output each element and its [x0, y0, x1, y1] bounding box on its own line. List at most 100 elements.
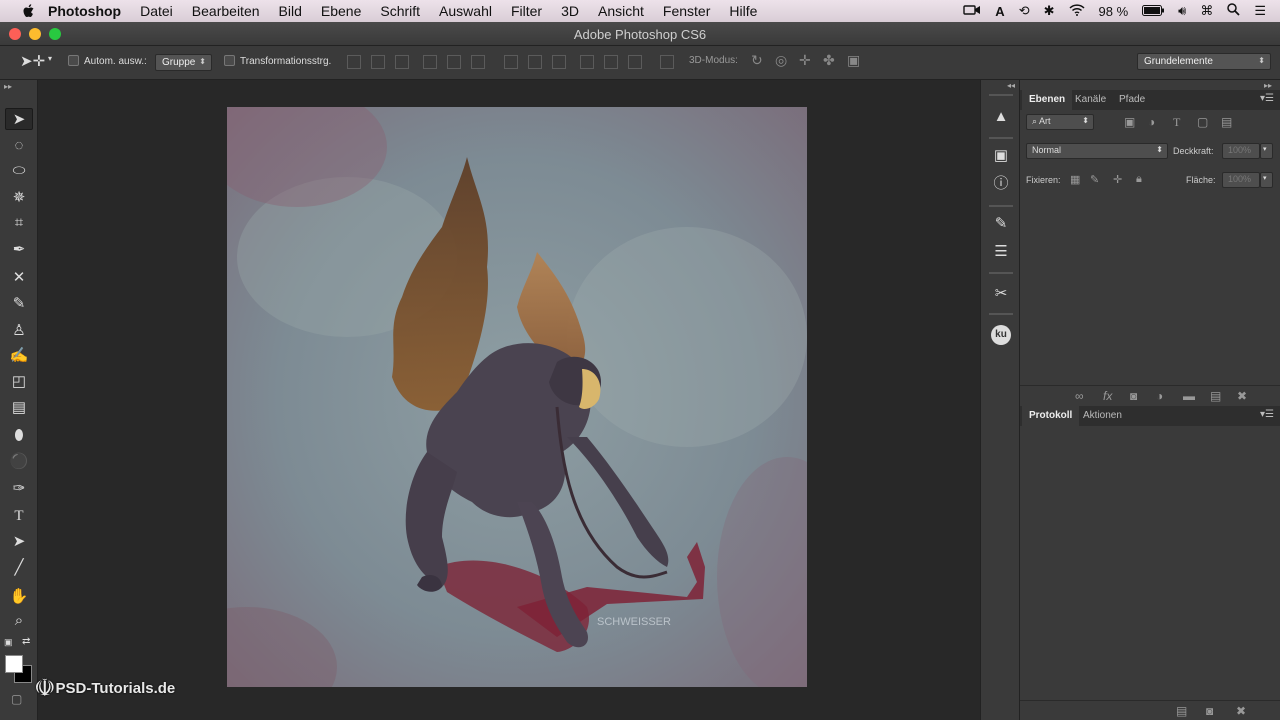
fill-slider-toggle-icon[interactable]: ▾	[1260, 172, 1273, 188]
navigator-icon[interactable]: ▣	[987, 143, 1015, 169]
elliptical-marquee-tool-icon[interactable]: ◌	[5, 135, 33, 157]
brush-presets-icon[interactable]: ✎	[987, 211, 1015, 237]
filter-pixel-layers-icon[interactable]: ▣	[1124, 115, 1135, 129]
new-layer-icon[interactable]: ▤	[1210, 389, 1221, 403]
brush-tool-icon[interactable]: ✎	[5, 293, 33, 315]
layer-style-fx-icon[interactable]: fx	[1103, 389, 1112, 403]
lasso-tool-icon[interactable]: ⬭	[5, 160, 33, 182]
move-tool-icon[interactable]: ➤	[5, 108, 33, 130]
swap-colors-icon[interactable]: ⇄	[22, 636, 30, 647]
eraser-tool-icon[interactable]: ◰	[5, 371, 33, 393]
filter-type-layers-icon[interactable]: T	[1173, 115, 1180, 130]
distribute-right-icon[interactable]	[628, 55, 642, 69]
menu-ansicht[interactable]: Ansicht	[598, 3, 644, 19]
path-selection-tool-icon[interactable]: ➤	[5, 531, 33, 553]
bluetooth-icon[interactable]: ✱	[1044, 3, 1055, 19]
3d-rotate-icon[interactable]: ↻	[751, 52, 763, 69]
distribute-bottom-icon[interactable]	[552, 55, 566, 69]
keyboard-layout-icon[interactable]: ⌘	[1200, 3, 1213, 19]
wifi-icon[interactable]	[1068, 3, 1085, 19]
delete-state-icon[interactable]: ✖	[1236, 704, 1246, 718]
fill-input[interactable]: 100%	[1222, 172, 1260, 188]
distribute-vertical-center-icon[interactable]	[528, 55, 542, 69]
time-machine-icon[interactable]: ⟲	[1019, 3, 1030, 19]
delete-layer-icon[interactable]: ✖	[1237, 389, 1247, 403]
dodge-tool-icon[interactable]: ⚫	[5, 451, 33, 473]
magic-wand-tool-icon[interactable]: ✵	[5, 187, 33, 209]
collapse-panels-icon[interactable]: ▸▸	[1264, 81, 1272, 90]
add-mask-icon[interactable]: ◙	[1130, 389, 1137, 403]
new-document-from-state-icon[interactable]: ▤	[1176, 704, 1187, 718]
history-brush-tool-icon[interactable]: ✍	[5, 345, 33, 367]
link-layers-icon[interactable]: ∞	[1075, 389, 1084, 403]
menu-auswahl[interactable]: Auswahl	[439, 3, 492, 19]
align-vertical-center-icon[interactable]	[371, 55, 385, 69]
lock-transparency-icon[interactable]: ▦	[1070, 173, 1080, 186]
document-canvas-area[interactable]: SCHWEISSER	[38, 80, 980, 720]
align-right-icon[interactable]	[471, 55, 485, 69]
healing-brush-tool-icon[interactable]: ✕	[5, 267, 33, 289]
move-tool-preset-icon[interactable]: ➤✛	[20, 52, 45, 70]
lock-all-icon[interactable]: 🔒︎	[1136, 173, 1142, 186]
align-left-icon[interactable]	[423, 55, 437, 69]
menu-3d[interactable]: 3D	[561, 3, 579, 19]
blur-tool-icon[interactable]: ⬮	[5, 425, 33, 447]
default-colors-icon[interactable]: ▣	[4, 637, 13, 648]
tool-presets-icon[interactable]: ✂	[987, 281, 1015, 307]
artwork-image[interactable]: SCHWEISSER	[227, 107, 807, 687]
transform-controls-checkbox[interactable]: Transformationsstrg.	[224, 55, 331, 67]
tab-protokoll[interactable]: Protokoll	[1022, 406, 1080, 426]
histogram-icon[interactable]: ▲	[987, 104, 1015, 130]
battery-icon[interactable]	[1142, 4, 1165, 19]
tab-kanaele[interactable]: Kanäle	[1068, 90, 1113, 110]
filter-smart-objects-icon[interactable]: ▤	[1221, 115, 1232, 129]
new-adjustment-layer-icon[interactable]: ◑	[1156, 389, 1163, 403]
auto-select-dropdown[interactable]: Gruppe ⬍	[155, 54, 212, 71]
new-snapshot-icon[interactable]: ◙	[1206, 704, 1213, 718]
expand-dock-icon[interactable]: ◂◂	[1007, 81, 1015, 90]
workspace-dropdown[interactable]: Grundelemente ⬍	[1137, 53, 1271, 70]
apple-icon[interactable]	[20, 3, 38, 19]
3d-scale-icon[interactable]: ▣	[847, 52, 860, 69]
3d-pan-icon[interactable]: ✛	[799, 52, 811, 69]
distribute-top-icon[interactable]	[504, 55, 518, 69]
spotlight-search-icon[interactable]	[1227, 3, 1240, 19]
panel-menu-icon[interactable]: ▾☰	[1260, 93, 1274, 104]
new-group-icon[interactable]: ▬	[1183, 389, 1195, 403]
eyedropper-tool-icon[interactable]: ✒	[5, 239, 33, 261]
filter-adjustment-layers-icon[interactable]: ◑	[1148, 115, 1155, 129]
pen-tool-icon[interactable]: ✑	[5, 478, 33, 500]
adobe-icon[interactable]: A	[995, 4, 1004, 19]
3d-slide-icon[interactable]: ✤	[823, 52, 835, 69]
clone-stamp-tool-icon[interactable]: ♙	[5, 320, 33, 342]
adjustments-icon[interactable]: ☰	[987, 239, 1015, 265]
3d-roll-icon[interactable]: ◎	[775, 52, 787, 69]
tab-aktionen[interactable]: Aktionen	[1076, 406, 1129, 426]
kuler-icon[interactable]: ku	[987, 322, 1015, 348]
menu-ebene[interactable]: Ebene	[321, 3, 361, 19]
foreground-color-swatch[interactable]	[5, 655, 23, 673]
line-tool-icon[interactable]: ╱	[5, 557, 33, 579]
lock-position-icon[interactable]: ✛	[1113, 173, 1122, 186]
opacity-slider-toggle-icon[interactable]: ▾	[1260, 143, 1273, 159]
info-icon[interactable]: ⓘ	[987, 171, 1015, 197]
menu-bearbeiten[interactable]: Bearbeiten	[192, 3, 260, 19]
type-tool-icon[interactable]: T	[5, 505, 33, 527]
menu-schrift[interactable]: Schrift	[380, 3, 420, 19]
align-horizontal-center-icon[interactable]	[447, 55, 461, 69]
filter-shape-layers-icon[interactable]: ▢	[1197, 115, 1208, 129]
align-bottom-icon[interactable]	[395, 55, 409, 69]
menu-app-photoshop[interactable]: Photoshop	[48, 3, 121, 19]
history-list[interactable]	[1020, 426, 1280, 700]
gradient-tool-icon[interactable]: ▤	[5, 397, 33, 419]
auto-select-checkbox[interactable]: Autom. ausw.:	[68, 55, 147, 67]
notification-center-icon[interactable]: ☰	[1254, 3, 1266, 19]
align-top-icon[interactable]	[347, 55, 361, 69]
layers-list[interactable]	[1020, 192, 1280, 385]
menu-datei[interactable]: Datei	[140, 3, 173, 19]
menu-fenster[interactable]: Fenster	[663, 3, 710, 19]
lock-image-pixels-icon[interactable]: ✎	[1090, 173, 1099, 186]
hand-tool-icon[interactable]: ✋	[5, 586, 33, 608]
tab-pfade[interactable]: Pfade	[1112, 90, 1152, 110]
menu-hilfe[interactable]: Hilfe	[729, 3, 757, 19]
